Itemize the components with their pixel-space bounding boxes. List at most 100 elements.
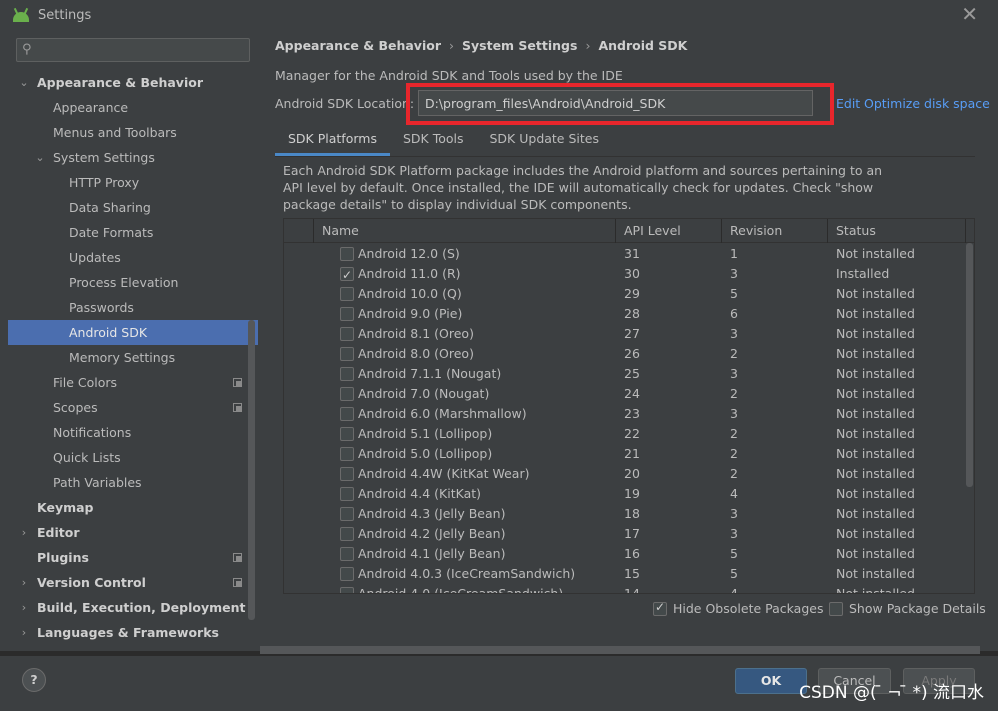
table-row[interactable]: Android 8.0 (Oreo) 26 2 Not installed (284, 344, 966, 364)
table-row[interactable]: Android 8.1 (Oreo) 27 3 Not installed (284, 324, 966, 344)
row-checkbox[interactable] (340, 447, 354, 461)
cell-api: 23 (624, 406, 640, 421)
row-checkbox[interactable] (340, 527, 354, 541)
tab-sdk-update-sites[interactable]: SDK Update Sites (477, 126, 613, 156)
sidebar-item[interactable]: Passwords (8, 295, 258, 320)
show-details-checkbox[interactable] (829, 602, 843, 616)
table-row[interactable]: Android 4.4 (KitKat) 19 4 Not installed (284, 484, 966, 504)
row-checkbox[interactable] (340, 427, 354, 441)
chevron-right-icon[interactable]: › (18, 620, 30, 645)
show-details-label[interactable]: Show Package Details (849, 602, 986, 616)
sidebar-item[interactable]: Scopes (8, 395, 258, 420)
row-checkbox[interactable] (340, 467, 354, 481)
sidebar-item[interactable]: HTTP Proxy (8, 170, 258, 195)
hide-obsolete-label[interactable]: Hide Obsolete Packages (673, 602, 823, 616)
cell-rev: 1 (730, 246, 738, 261)
close-icon[interactable]: ✕ (961, 4, 978, 24)
table-row[interactable]: Android 9.0 (Pie) 28 6 Not installed (284, 304, 966, 324)
sidebar-item[interactable]: › Languages & Frameworks (8, 620, 258, 645)
column-header-name[interactable]: Name (314, 219, 616, 243)
cell-api: 26 (624, 346, 640, 361)
sidebar-item[interactable]: ⌄ Appearance & Behavior (8, 70, 258, 95)
edit-link[interactable]: Edit (836, 96, 860, 111)
sidebar-item[interactable]: Process Elevation (8, 270, 258, 295)
table-row[interactable]: Android 7.1.1 (Nougat) 25 3 Not installed (284, 364, 966, 384)
row-checkbox[interactable] (340, 487, 354, 501)
table-row[interactable]: Android 7.0 (Nougat) 24 2 Not installed (284, 384, 966, 404)
chevron-down-icon[interactable]: ⌄ (34, 145, 46, 170)
table-scrollbar[interactable] (966, 243, 973, 487)
table-row[interactable]: Android 11.0 (R) 30 3 Installed (284, 264, 966, 285)
sidebar-item[interactable]: Notifications (8, 420, 258, 445)
tab-sdk-platforms[interactable]: SDK Platforms (275, 126, 390, 156)
table-row[interactable]: Android 5.0 (Lollipop) 21 2 Not installed (284, 444, 966, 464)
row-checkbox[interactable] (340, 567, 354, 581)
sidebar-item[interactable]: File Colors (8, 370, 258, 395)
sidebar-item[interactable]: Data Sharing (8, 195, 258, 220)
breadcrumb-part: Appearance & Behavior (275, 38, 441, 53)
chevron-right-icon[interactable]: › (18, 520, 30, 545)
table-row[interactable]: Android 5.1 (Lollipop) 22 2 Not installed (284, 424, 966, 444)
table-row[interactable]: Android 4.0 (IceCreamSandwich) 14 4 Not ins… (284, 584, 966, 593)
cell-status: Not installed (836, 466, 915, 481)
row-checkbox[interactable] (340, 287, 354, 301)
sidebar-item[interactable]: › Build, Execution, Deployment (8, 595, 258, 620)
table-row[interactable]: Android 4.0.3 (IceCreamSandwich) 15 5 Not i… (284, 564, 966, 584)
column-header-revision[interactable]: Revision (722, 219, 828, 243)
chevron-right-icon[interactable]: › (18, 645, 30, 651)
row-checkbox[interactable] (340, 367, 354, 381)
chevron-right-icon[interactable]: › (18, 570, 30, 595)
horizontal-scrollbar[interactable] (260, 646, 980, 654)
sidebar-item[interactable]: ⌄ System Settings (8, 145, 258, 170)
hide-obsolete-checkbox[interactable] (653, 600, 667, 616)
optimize-disk-space-link[interactable]: Optimize disk space (864, 96, 990, 111)
sidebar-item[interactable]: › Editor (8, 520, 258, 545)
row-checkbox[interactable] (340, 547, 354, 561)
sidebar-item-label: Notifications (53, 425, 132, 440)
breadcrumb: Appearance & Behavior › System Settings › An… (275, 38, 687, 53)
sidebar-item[interactable]: Memory Settings (8, 345, 258, 370)
table-row[interactable]: Android 4.1 (Jelly Bean) 16 5 Not installed (284, 544, 966, 564)
sidebar-scrollbar[interactable] (248, 320, 255, 620)
cell-status: Not installed (836, 326, 915, 341)
ok-button[interactable]: OK (735, 668, 807, 694)
sidebar-item[interactable]: Quick Lists (8, 445, 258, 470)
table-row[interactable]: Android 4.4W (KitKat Wear) 20 2 Not install… (284, 464, 966, 484)
sidebar-item[interactable]: Plugins (8, 545, 258, 570)
sidebar-item[interactable]: › Version Control (8, 570, 258, 595)
cell-name: Android 8.1 (Oreo) (358, 326, 474, 341)
column-header-status[interactable]: Status (828, 219, 966, 243)
sidebar-item[interactable]: Appearance (8, 95, 258, 120)
row-checkbox[interactable] (340, 507, 354, 521)
cell-api: 21 (624, 446, 640, 461)
table-row[interactable]: Android 6.0 (Marshmallow) 23 3 Not installe… (284, 404, 966, 424)
row-checkbox[interactable] (340, 265, 354, 285)
row-checkbox[interactable] (340, 387, 354, 401)
row-checkbox[interactable] (340, 407, 354, 421)
chevron-down-icon[interactable]: ⌄ (18, 70, 30, 95)
table-row[interactable]: Android 12.0 (S) 31 1 Not installed (284, 244, 966, 264)
row-checkbox[interactable] (340, 327, 354, 341)
chevron-right-icon[interactable]: › (18, 595, 30, 620)
cell-name: Android 10.0 (Q) (358, 286, 462, 301)
sidebar-item[interactable]: Date Formats (8, 220, 258, 245)
search-box[interactable]: ⚲ (16, 38, 250, 62)
cell-rev: 2 (730, 346, 738, 361)
tab-sdk-tools[interactable]: SDK Tools (390, 126, 477, 156)
help-button[interactable]: ? (22, 668, 46, 692)
table-row[interactable]: Android 4.2 (Jelly Bean) 17 3 Not installed (284, 524, 966, 544)
table-row[interactable]: Android 10.0 (Q) 29 5 Not installed (284, 284, 966, 304)
search-input[interactable] (39, 40, 244, 60)
row-checkbox[interactable] (340, 347, 354, 361)
row-checkbox[interactable] (340, 587, 354, 593)
row-checkbox[interactable] (340, 307, 354, 321)
sidebar-item[interactable]: Path Variables (8, 470, 258, 495)
sidebar-item[interactable]: Android SDK (8, 320, 258, 345)
sidebar-item[interactable]: Menus and Toolbars (8, 120, 258, 145)
row-checkbox[interactable] (340, 247, 354, 261)
sidebar-item[interactable]: Updates (8, 245, 258, 270)
column-header-api-level[interactable]: API Level (616, 219, 722, 243)
sidebar-item[interactable]: Keymap (8, 495, 258, 520)
table-row[interactable]: Android 4.3 (Jelly Bean) 18 3 Not installed (284, 504, 966, 524)
sidebar-item[interactable]: › Tools (8, 645, 258, 651)
